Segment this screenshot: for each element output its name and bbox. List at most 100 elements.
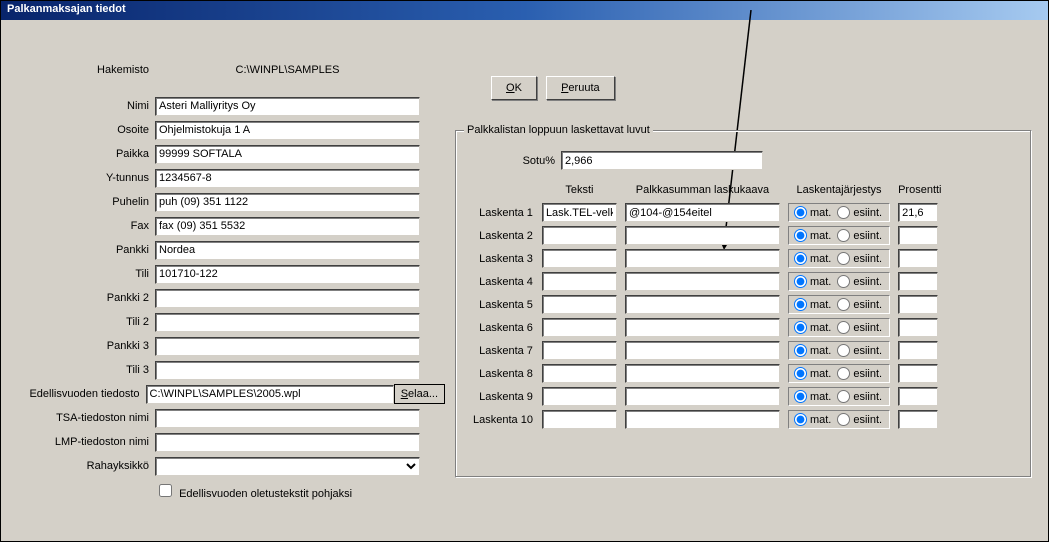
osoite-input[interactable] xyxy=(155,121,420,140)
calc-kaava-input[interactable] xyxy=(625,226,780,245)
tili3-input[interactable] xyxy=(155,361,420,380)
calc-pros-input[interactable] xyxy=(898,387,938,406)
radio-mat[interactable] xyxy=(794,298,807,311)
calc-row-label: Laskenta 9 xyxy=(470,386,537,407)
calc-row-label: Laskenta 8 xyxy=(470,363,537,384)
calc-order-radios: mat.esiint. xyxy=(788,295,890,314)
calc-teksti-input[interactable] xyxy=(542,387,617,406)
edell-input[interactable] xyxy=(146,385,394,404)
calc-teksti-input[interactable] xyxy=(542,295,617,314)
calc-pros-input[interactable] xyxy=(898,318,938,337)
nimi-input[interactable] xyxy=(155,97,420,116)
sotu-input[interactable] xyxy=(561,151,763,170)
radio-esiint-label: esiint. xyxy=(853,368,882,380)
calc-kaava-input[interactable] xyxy=(625,272,780,291)
calc-kaava-input[interactable] xyxy=(625,295,780,314)
hdr-jarj: Laskentajärjestys xyxy=(785,183,893,200)
radio-mat[interactable] xyxy=(794,321,807,334)
tili-input[interactable] xyxy=(155,265,420,284)
hakemisto-value: C:\WINPL\SAMPLES xyxy=(155,64,420,76)
calc-teksti-input[interactable] xyxy=(542,249,617,268)
radio-esiint[interactable] xyxy=(837,413,850,426)
calc-teksti-input[interactable] xyxy=(542,341,617,360)
pankki3-input[interactable] xyxy=(155,337,420,356)
sotu-label: Sotu% xyxy=(506,155,561,167)
hdr-teksti: Teksti xyxy=(539,183,620,200)
calc-teksti-input[interactable] xyxy=(542,226,617,245)
calc-order-radios: mat.esiint. xyxy=(788,203,890,222)
calc-row: Laskenta 4mat.esiint. xyxy=(470,271,945,292)
radio-mat[interactable] xyxy=(794,252,807,265)
lmp-input[interactable] xyxy=(155,433,420,452)
calc-row-label: Laskenta 1 xyxy=(470,202,537,223)
calc-teksti-input[interactable] xyxy=(542,203,617,222)
radio-mat-label: mat. xyxy=(810,253,831,265)
calc-pros-input[interactable] xyxy=(898,226,938,245)
radio-mat[interactable] xyxy=(794,413,807,426)
tsa-label: TSA-tiedoston nimi xyxy=(5,412,155,424)
calc-teksti-input[interactable] xyxy=(542,272,617,291)
calc-kaava-input[interactable] xyxy=(625,203,780,222)
defaults-checkbox[interactable] xyxy=(159,484,172,497)
radio-esiint[interactable] xyxy=(837,298,850,311)
radio-esiint[interactable] xyxy=(837,229,850,242)
puhelin-input[interactable] xyxy=(155,193,420,212)
calc-kaava-input[interactable] xyxy=(625,364,780,383)
radio-esiint[interactable] xyxy=(837,390,850,403)
raha-select[interactable] xyxy=(155,457,420,476)
ytunnus-input[interactable] xyxy=(155,169,420,188)
cancel-button[interactable]: Peruuta xyxy=(546,76,615,100)
calc-kaava-input[interactable] xyxy=(625,387,780,406)
paikka-input[interactable] xyxy=(155,145,420,164)
calc-pros-input[interactable] xyxy=(898,203,938,222)
pankki-input[interactable] xyxy=(155,241,420,260)
calc-kaava-input[interactable] xyxy=(625,341,780,360)
calc-pros-input[interactable] xyxy=(898,364,938,383)
tili2-input[interactable] xyxy=(155,313,420,332)
fax-label: Fax xyxy=(5,220,155,232)
calc-row-label: Laskenta 4 xyxy=(470,271,537,292)
pankki2-input[interactable] xyxy=(155,289,420,308)
radio-esiint[interactable] xyxy=(837,344,850,357)
tsa-input[interactable] xyxy=(155,409,420,428)
radio-esiint[interactable] xyxy=(837,252,850,265)
calc-pros-input[interactable] xyxy=(898,295,938,314)
calc-teksti-input[interactable] xyxy=(542,364,617,383)
radio-esiint[interactable] xyxy=(837,206,850,219)
radio-mat-label: mat. xyxy=(810,276,831,288)
radio-mat-label: mat. xyxy=(810,391,831,403)
radio-mat[interactable] xyxy=(794,367,807,380)
calc-row: Laskenta 10mat.esiint. xyxy=(470,409,945,430)
calc-pros-input[interactable] xyxy=(898,410,938,429)
radio-esiint-label: esiint. xyxy=(853,391,882,403)
radio-esiint[interactable] xyxy=(837,321,850,334)
calc-row: Laskenta 3mat.esiint. xyxy=(470,248,945,269)
radio-esiint[interactable] xyxy=(837,275,850,288)
lmp-label: LMP-tiedoston nimi xyxy=(5,436,155,448)
calc-pros-input[interactable] xyxy=(898,249,938,268)
calc-teksti-input[interactable] xyxy=(542,318,617,337)
calc-pros-input[interactable] xyxy=(898,341,938,360)
radio-mat[interactable] xyxy=(794,344,807,357)
fax-input[interactable] xyxy=(155,217,420,236)
radio-mat[interactable] xyxy=(794,229,807,242)
calc-pros-input[interactable] xyxy=(898,272,938,291)
radio-mat-label: mat. xyxy=(810,414,831,426)
browse-button[interactable]: Selaa... xyxy=(394,384,445,404)
calc-kaava-input[interactable] xyxy=(625,318,780,337)
radio-esiint[interactable] xyxy=(837,367,850,380)
radio-mat[interactable] xyxy=(794,206,807,219)
tili-label: Tili xyxy=(5,268,155,280)
calc-groupbox: Palkkalistan loppuun laskettavat luvut S… xyxy=(455,130,1032,478)
ok-button[interactable]: OK xyxy=(491,76,537,100)
calc-teksti-input[interactable] xyxy=(542,410,617,429)
radio-mat-label: mat. xyxy=(810,230,831,242)
radio-mat[interactable] xyxy=(794,275,807,288)
calc-kaava-input[interactable] xyxy=(625,249,780,268)
radio-mat[interactable] xyxy=(794,390,807,403)
raha-label: Rahayksikkö xyxy=(5,460,155,472)
ytunnus-label: Y-tunnus xyxy=(5,172,155,184)
defaults-checkbox-label[interactable]: Edellisvuoden oletustekstit pohjaksi xyxy=(155,481,352,500)
calc-kaava-input[interactable] xyxy=(625,410,780,429)
defaults-checkbox-text: Edellisvuoden oletustekstit pohjaksi xyxy=(179,488,352,500)
